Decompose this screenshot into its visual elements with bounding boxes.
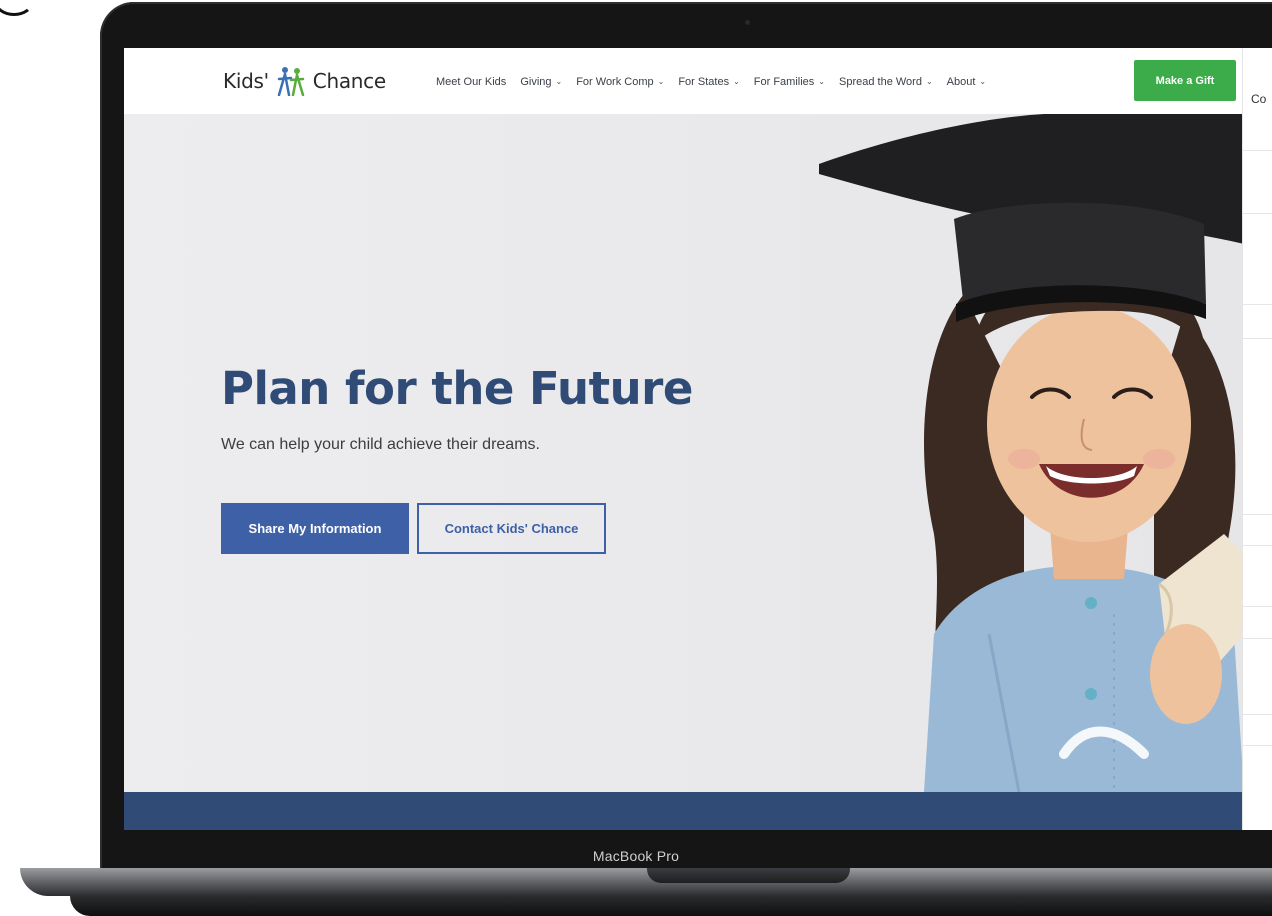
divider xyxy=(1243,304,1272,305)
divider xyxy=(1243,338,1272,339)
camera-icon xyxy=(745,20,750,25)
contact-kids-chance-button[interactable]: Contact Kids' Chance xyxy=(417,503,606,554)
laptop-screen: Plan for the Future We can help your chi… xyxy=(124,48,1272,830)
chevron-down-icon: ⌄ xyxy=(925,76,933,86)
side-panel-text: Co xyxy=(1251,92,1267,106)
logo-text-left: Kids' xyxy=(223,69,269,93)
hero-title: Plan for the Future xyxy=(221,362,693,415)
menu-item-for-work-comp[interactable]: For Work Comp ⌄ xyxy=(576,76,664,88)
divider xyxy=(1243,213,1272,214)
menu-label: For States xyxy=(678,76,730,88)
menu-label: Giving xyxy=(520,76,552,88)
divider xyxy=(1243,606,1272,607)
side-panel: Co xyxy=(1242,48,1272,830)
chevron-down-icon: ⌄ xyxy=(733,76,740,86)
main-menu: Meet Our Kids Giving ⌄ For Work Comp ⌄ F… xyxy=(436,76,986,88)
hero-section: Plan for the Future We can help your chi… xyxy=(124,114,1242,792)
footer-band xyxy=(124,792,1242,830)
divider xyxy=(1243,150,1272,151)
hero-photo xyxy=(819,114,1242,792)
logo-figures-icon xyxy=(277,67,305,96)
divider xyxy=(1243,745,1272,746)
divider xyxy=(1243,638,1272,639)
chevron-down-icon: ⌄ xyxy=(555,76,563,86)
site-header: Kids' Chance Meet Our Kids Giving ⌄ For … xyxy=(124,48,1242,114)
device-label: MacBook Pro xyxy=(592,848,680,864)
menu-item-giving[interactable]: Giving ⌄ xyxy=(520,76,562,88)
menu-item-for-states[interactable]: For States ⌄ xyxy=(678,76,739,88)
kids-chance-logo[interactable]: Kids' Chance xyxy=(223,67,386,96)
chevron-down-icon: ⌄ xyxy=(979,76,987,86)
menu-item-about[interactable]: About ⌄ xyxy=(947,76,986,88)
chevron-down-icon: ⌄ xyxy=(818,76,825,86)
menu-label: For Families xyxy=(753,76,815,88)
share-my-information-button[interactable]: Share My Information xyxy=(221,503,409,554)
menu-label: Spread the Word xyxy=(839,76,922,88)
divider xyxy=(1243,714,1272,715)
menu-label: About xyxy=(946,76,976,88)
hero-subtitle: We can help your child achieve their dre… xyxy=(221,436,540,453)
divider xyxy=(1243,514,1272,515)
divider xyxy=(1243,545,1272,546)
laptop-hinge-notch xyxy=(647,868,850,883)
corner-mark xyxy=(0,0,34,16)
logo-text-right: Chance xyxy=(312,69,386,93)
menu-item-meet-our-kids[interactable]: Meet Our Kids xyxy=(436,76,506,88)
laptop-base xyxy=(20,868,1272,896)
chevron-down-icon: ⌄ xyxy=(657,76,665,86)
make-a-gift-button[interactable]: Make a Gift xyxy=(1134,60,1236,101)
menu-label: Meet Our Kids xyxy=(436,76,507,88)
menu-label: For Work Comp xyxy=(576,76,654,88)
menu-item-for-families[interactable]: For Families ⌄ xyxy=(754,76,825,88)
laptop-base-bottom xyxy=(70,896,1272,916)
menu-item-spread-the-word[interactable]: Spread the Word ⌄ xyxy=(839,76,933,88)
